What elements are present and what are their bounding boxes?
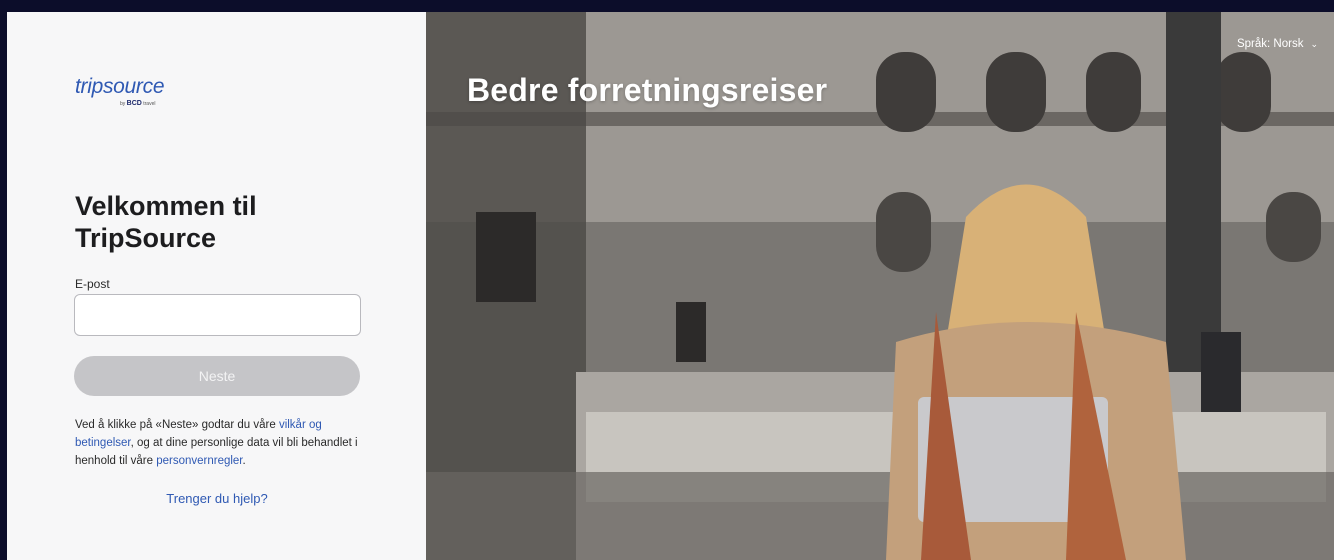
page-title: Velkommen til TripSource [75,191,257,253]
terms-text: Ved å klikke på «Neste» godtar du våre v… [75,419,358,467]
logo-wordmark: tripsource [75,75,165,98]
privacy-link[interactable]: personvernregler [156,455,242,467]
chevron-down-icon: ⌄ [1310,38,1318,49]
language-selector[interactable]: Språk: Norsk ⌄ [1237,38,1318,50]
help-link[interactable]: Trenger du hjelp? [7,491,427,506]
app-frame: tripsource by BCD travel Velkommen til T… [7,12,1334,560]
tripsource-logo: tripsource by BCD travel [75,75,165,107]
email-label: E-post [75,277,110,291]
login-panel: tripsource by BCD travel Velkommen til T… [7,12,426,560]
hero-panel: Bedre forretningsreiser Språk: Norsk ⌄ [426,12,1334,560]
hero-title: Bedre forretningsreiser [467,72,828,108]
next-button[interactable]: Neste [74,356,360,396]
email-field[interactable] [74,294,361,336]
language-label: Språk: Norsk [1236,38,1304,50]
logo-subtitle: by BCD travel [120,100,156,107]
